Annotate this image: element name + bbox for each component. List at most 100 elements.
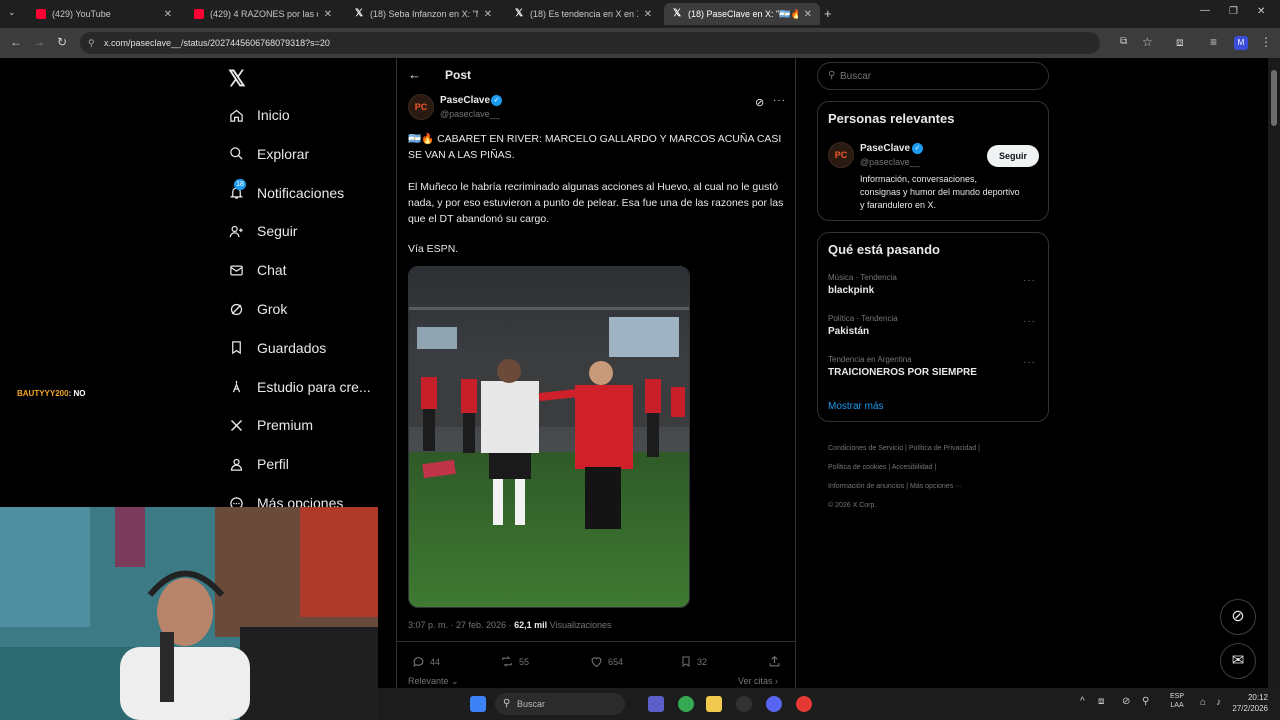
- address-bar[interactable]: ⚲ x.com/paseclave__/status/2027445606768…: [80, 32, 1100, 54]
- follow-button[interactable]: Seguir: [987, 145, 1039, 167]
- bell-icon: 18: [228, 178, 246, 201]
- sidebar-item-perfil[interactable]: Perfil: [228, 449, 289, 479]
- sidebar-item-estudio-para-cre[interactable]: Estudio para cre...: [228, 372, 371, 402]
- post-timestamp[interactable]: 3:07 p. m. · 27 feb. 2026 ·: [408, 620, 512, 630]
- sidebar-item-seguir[interactable]: Seguir: [228, 216, 297, 246]
- messages-fab-icon[interactable]: ✉: [1220, 643, 1256, 679]
- site-info-icon[interactable]: ⚲: [88, 32, 95, 54]
- browser-tab[interactable]: 𝕏 (18) Es tendencia en X en X: "M ✕: [506, 3, 660, 25]
- tray-app-icon[interactable]: ⧈: [1098, 696, 1104, 707]
- grok-fab-icon[interactable]: ⊘: [1220, 599, 1256, 635]
- extensions-icon[interactable]: ⧈: [1176, 35, 1184, 50]
- tab-list-icon[interactable]: ⌄: [8, 7, 16, 18]
- profile-avatar[interactable]: M: [1234, 36, 1248, 50]
- x-logo-icon[interactable]: 𝕏: [228, 66, 246, 92]
- more-icon[interactable]: ···: [1023, 357, 1036, 368]
- divider: [397, 641, 795, 642]
- close-window-icon[interactable]: ✕: [1257, 6, 1265, 17]
- chrome-icon[interactable]: [678, 696, 694, 712]
- search-box[interactable]: ⚲: [817, 62, 1049, 90]
- author-name[interactable]: PaseClave: [440, 95, 490, 106]
- sort-dropdown[interactable]: Relevante ⌄: [408, 676, 459, 687]
- volume-icon[interactable]: ♪: [1216, 697, 1221, 708]
- reply-button[interactable]: 44: [412, 655, 440, 668]
- obs-icon[interactable]: [736, 696, 752, 712]
- share-button[interactable]: [768, 655, 786, 668]
- sidebar-item-explorar[interactable]: Explorar: [228, 139, 309, 169]
- close-icon[interactable]: ✕: [164, 9, 172, 20]
- footer-link[interactable]: Información de anuncios: [828, 483, 904, 490]
- search-input[interactable]: [840, 69, 1040, 83]
- tray-app-icon[interactable]: ⊘: [1122, 696, 1130, 707]
- reload-icon[interactable]: ↻: [57, 35, 67, 49]
- avatar[interactable]: PC: [408, 94, 434, 120]
- more-icon[interactable]: ···: [1023, 316, 1036, 327]
- trend-item[interactable]: Política · Tendencia Pakistán: [828, 314, 1040, 337]
- close-icon[interactable]: ✕: [804, 9, 812, 20]
- install-icon[interactable]: ⧉: [1120, 36, 1127, 47]
- more-options-icon[interactable]: ···: [773, 95, 786, 106]
- menu-icon[interactable]: ⋮: [1260, 35, 1272, 49]
- sidebar-item-notificaciones[interactable]: 18 Notificaciones: [228, 178, 344, 208]
- browser-tab-active[interactable]: 𝕏 (18) PaseClave en X: "🇦🇷🔥 CAB ✕: [664, 3, 820, 25]
- view-quotes-link[interactable]: Ver citas ›: [738, 676, 778, 686]
- forward-icon[interactable]: →: [33, 35, 45, 49]
- footer-link[interactable]: Accesibilidad: [892, 464, 933, 471]
- sidebar-item-premium[interactable]: Premium: [228, 410, 313, 440]
- browser-tab[interactable]: (429) 4 RAZONES por las que A ✕: [186, 3, 340, 25]
- avatar[interactable]: PC: [828, 142, 854, 168]
- like-button[interactable]: 654: [590, 655, 623, 668]
- person-handle[interactable]: @paseclave__: [860, 157, 920, 167]
- close-icon[interactable]: ✕: [484, 9, 492, 20]
- author-handle[interactable]: @paseclave__: [440, 109, 500, 119]
- new-tab-button[interactable]: +: [824, 6, 832, 21]
- more-icon[interactable]: ···: [1023, 275, 1036, 286]
- clock[interactable]: 20:12 27/2/2026: [1228, 692, 1268, 714]
- show-more-link[interactable]: Mostrar más: [828, 401, 884, 412]
- sidebar-item-label: Explorar: [257, 145, 310, 162]
- minimize-icon[interactable]: —: [1200, 5, 1210, 16]
- sidebar-item-grok[interactable]: Grok: [228, 294, 287, 324]
- browser-tab[interactable]: 𝕏 (18) Seba Infanzon en X: "Marc ✕: [346, 3, 500, 25]
- copyright: © 2026 X Corp.: [828, 502, 877, 509]
- taskbar-search[interactable]: ⚲ Buscar: [495, 693, 625, 715]
- footer-link[interactable]: Política de Privacidad: [909, 445, 976, 452]
- app-icon[interactable]: [796, 696, 812, 712]
- folder-icon[interactable]: [706, 696, 722, 712]
- browser-tab[interactable]: (429) YouTube ✕: [28, 3, 180, 25]
- discord-icon[interactable]: [766, 696, 782, 712]
- back-icon[interactable]: ←: [10, 35, 22, 49]
- close-icon[interactable]: ✕: [324, 9, 332, 20]
- trend-item[interactable]: Tendencia en Argentina TRAICIONEROS POR …: [828, 355, 1040, 378]
- footer-links: Condiciones de Servicio | Política de Pr…: [828, 445, 980, 509]
- column-divider: [396, 58, 397, 688]
- footer-link[interactable]: Condiciones de Servicio: [828, 445, 903, 452]
- trend-name: TRAICIONEROS POR SIEMPRE: [828, 367, 977, 378]
- column-divider: [795, 58, 796, 688]
- network-icon[interactable]: ⌂: [1200, 697, 1206, 708]
- mic-icon[interactable]: ⚲: [1142, 696, 1149, 707]
- back-arrow-icon[interactable]: ←: [408, 67, 421, 82]
- sidebar-item-guardados[interactable]: Guardados: [228, 333, 326, 363]
- scrollbar-thumb[interactable]: [1271, 70, 1277, 126]
- page-scrollbar[interactable]: [1268, 58, 1280, 688]
- maximize-icon[interactable]: ❐: [1229, 6, 1238, 17]
- teams-icon[interactable]: [648, 696, 664, 712]
- bookmark-button[interactable]: 32: [680, 655, 707, 668]
- tray-chevron-icon[interactable]: ^: [1080, 696, 1085, 707]
- windows-start-icon[interactable]: [470, 696, 486, 712]
- media-icon[interactable]: ≡: [1210, 35, 1217, 49]
- repost-button[interactable]: 55: [500, 655, 529, 668]
- star-icon[interactable]: ☆: [1142, 35, 1153, 49]
- footer-link[interactable]: Más opciones ···: [910, 483, 962, 490]
- close-icon[interactable]: ✕: [644, 9, 652, 20]
- language-indicator[interactable]: ESP LAA: [1170, 692, 1184, 710]
- grok-icon[interactable]: ⊘: [755, 96, 764, 109]
- sidebar-item-inicio[interactable]: Inicio: [228, 100, 290, 130]
- footer-link[interactable]: Política de cookies: [828, 464, 886, 471]
- post-image[interactable]: [408, 266, 690, 608]
- trend-item[interactable]: Música · Tendencia blackpink: [828, 273, 1040, 296]
- sidebar-item-chat[interactable]: Chat: [228, 255, 287, 285]
- page-title: Post: [445, 68, 472, 82]
- person-name[interactable]: PaseClave: [860, 143, 910, 154]
